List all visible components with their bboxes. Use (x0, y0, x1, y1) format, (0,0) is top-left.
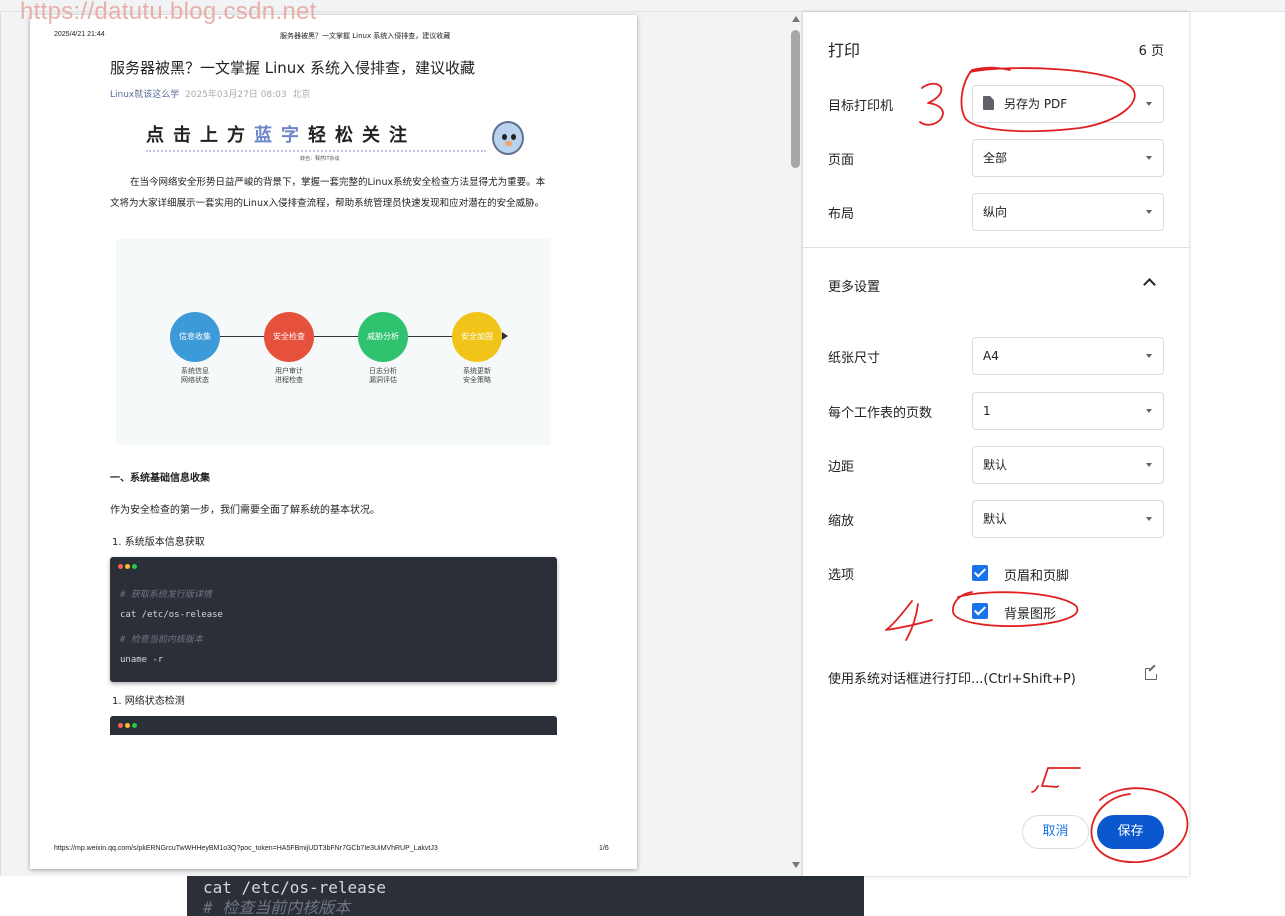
code-comment: # 获取系统发行版详情 (120, 590, 212, 600)
destination-label: 目标打印机 (828, 99, 894, 114)
destination-value: 另存为 PDF (1004, 97, 1068, 111)
window-dot-red-icon (118, 564, 123, 569)
layout-label: 布局 (828, 207, 855, 222)
scroll-down-arrow-icon[interactable] (792, 862, 800, 868)
diagram-node: 威胁分析 (358, 312, 408, 362)
pages-per-sheet-label: 每个工作表的页数 (828, 406, 933, 421)
page-header-title: 服务器被黑？一文掌握 Linux 系统入侵排查，建议收藏 (280, 32, 451, 40)
intro-paragraph: 在当今网络安全形势日益严峻的背景下，掌握一套完整的Linux系统安全检查方法显得… (110, 177, 546, 209)
banner-text-3: 轻松关注 (308, 125, 416, 146)
code-line: uname -r (120, 655, 164, 665)
code-line: cat /etc/os-release (120, 610, 223, 620)
background-code-line: cat /etc/os-release (203, 878, 387, 897)
window-dot-green-icon (132, 723, 137, 728)
page-count: 6 页 (1138, 44, 1164, 59)
chevron-up-icon[interactable] (1143, 278, 1156, 291)
margins-label: 边距 (828, 460, 855, 475)
diagram-node: 信息收集 (170, 312, 220, 362)
scale-value: 默认 (983, 512, 1008, 526)
list-item: 1. 系统版本信息获取 (112, 537, 205, 548)
paper-size-value: A4 (983, 349, 999, 363)
pages-value: 全部 (983, 151, 1008, 165)
article-meta: Linux就该这么学 2025年03月27日 08:03 北京 (110, 87, 310, 100)
pages-per-sheet-select[interactable]: 1 (972, 392, 1164, 430)
code-comment: # 检查当前内核版本 (120, 635, 203, 645)
dropdown-arrow-icon (1146, 102, 1152, 106)
scale-select[interactable]: 默认 (972, 500, 1164, 538)
margins-value: 默认 (983, 458, 1008, 472)
background-code-block: cat /etc/os-release # 检查当前内核版本 (187, 876, 864, 916)
background-graphics-checkbox[interactable] (972, 603, 988, 619)
article-date: 2025年03月27日 08:03 (184, 90, 287, 100)
section-heading: 一、系统基础信息收集 (110, 473, 210, 484)
diagram-node-caption: 系统更新 安全策略 (463, 367, 491, 384)
banner-dotted-line (146, 150, 486, 152)
dropdown-arrow-icon (1146, 409, 1152, 413)
scrollbar-thumb[interactable] (791, 30, 800, 168)
margins-select[interactable]: 默认 (972, 446, 1164, 484)
more-settings-toggle[interactable]: 更多设置 (828, 276, 880, 295)
panel-divider (803, 247, 1189, 248)
window-dot-red-icon (118, 723, 123, 728)
banner-text-1: 点击上方 (146, 125, 254, 146)
print-title: 打印 (828, 41, 861, 60)
follow-banner: 点击上方蓝字轻松关注 (146, 121, 416, 147)
open-external-icon[interactable] (1145, 666, 1158, 680)
page-header-date: 2025/4/21 21:44 (54, 31, 105, 38)
banner-text-2: 蓝字 (254, 125, 308, 146)
diagram-node: 安全加固 (452, 312, 502, 362)
document-icon (983, 96, 994, 110)
page-footer-url: https://mp.weixin.qq.com/s/pkERNGrcuTwWH… (54, 845, 438, 852)
list-item: 1. 网络状态检测 (112, 696, 185, 707)
window-dot-green-icon (132, 564, 137, 569)
dropdown-arrow-icon (1146, 156, 1152, 160)
penguin-mascot-icon (492, 121, 524, 155)
diagram-node-caption: 用户审计 进程检查 (275, 367, 303, 384)
system-dialog-link[interactable]: 使用系统对话框进行打印...(Ctrl+Shift+P) (828, 668, 1076, 687)
destination-select[interactable]: 另存为 PDF (972, 85, 1164, 123)
diagram-node-caption: 系统信息 网络状态 (181, 367, 209, 384)
diagram-arrow-icon (502, 332, 508, 340)
headers-footers-label[interactable]: 页眉和页脚 (1004, 565, 1069, 584)
cancel-button[interactable]: 取消 (1022, 815, 1089, 849)
preview-page: 2025/4/21 21:44 服务器被黑？一文掌握 Linux 系统入侵排查，… (30, 15, 637, 869)
page-footer-number: 1/6 (599, 845, 609, 852)
paper-size-select[interactable]: A4 (972, 337, 1164, 375)
process-diagram: 信息收集 安全检查 威胁分析 安全加固 系统信息 网络状态 用户审计 进程检查 日志… (116, 239, 551, 445)
dropdown-arrow-icon (1146, 517, 1152, 521)
layout-value: 纵向 (983, 205, 1008, 219)
pages-per-sheet-value: 1 (983, 404, 991, 418)
banner-subtext: 转自：释然IT杂谈 (300, 156, 340, 162)
code-block (110, 716, 557, 735)
print-settings-panel: 打印 6 页 目标打印机 另存为 PDF 页面 全部 布局 纵向 更多设置 纸张… (803, 12, 1189, 876)
dropdown-arrow-icon (1146, 463, 1152, 467)
section-text: 作为安全检查的第一步，我们需要全面了解系统的基本状况。 (110, 505, 380, 516)
window-dot-yellow-icon (125, 564, 130, 569)
dropdown-arrow-icon (1146, 354, 1152, 358)
article-author: Linux就该这么学 (110, 90, 180, 100)
watermark: https://datutu.blog.csdn.net (20, 0, 317, 25)
layout-select[interactable]: 纵向 (972, 193, 1164, 231)
preview-scrollbar[interactable] (789, 12, 803, 876)
headers-footers-checkbox[interactable] (972, 565, 988, 581)
background-code-comment: # 检查当前内核版本 (203, 898, 351, 916)
screen: https://datutu.blog.csdn.net cat /etc/os… (0, 0, 1285, 916)
paper-size-label: 纸张尺寸 (828, 351, 881, 366)
pages-select[interactable]: 全部 (972, 139, 1164, 177)
code-block: # 获取系统发行版详情 cat /etc/os-release # 检查当前内核… (110, 557, 557, 682)
pages-label: 页面 (828, 153, 855, 168)
dropdown-arrow-icon (1146, 210, 1152, 214)
scroll-up-arrow-icon[interactable] (792, 16, 800, 22)
save-button[interactable]: 保存 (1097, 815, 1164, 849)
article-location: 北京 (292, 90, 311, 100)
window-dot-yellow-icon (125, 723, 130, 728)
scale-label: 缩放 (828, 514, 855, 529)
background-graphics-label[interactable]: 背景图形 (1004, 603, 1056, 622)
diagram-node-caption: 日志分析 漏洞评估 (369, 367, 397, 384)
diagram-node: 安全检查 (264, 312, 314, 362)
options-label: 选项 (828, 568, 855, 583)
article-title: 服务器被黑？一文掌握 Linux 系统入侵排查，建议收藏 (110, 59, 475, 77)
